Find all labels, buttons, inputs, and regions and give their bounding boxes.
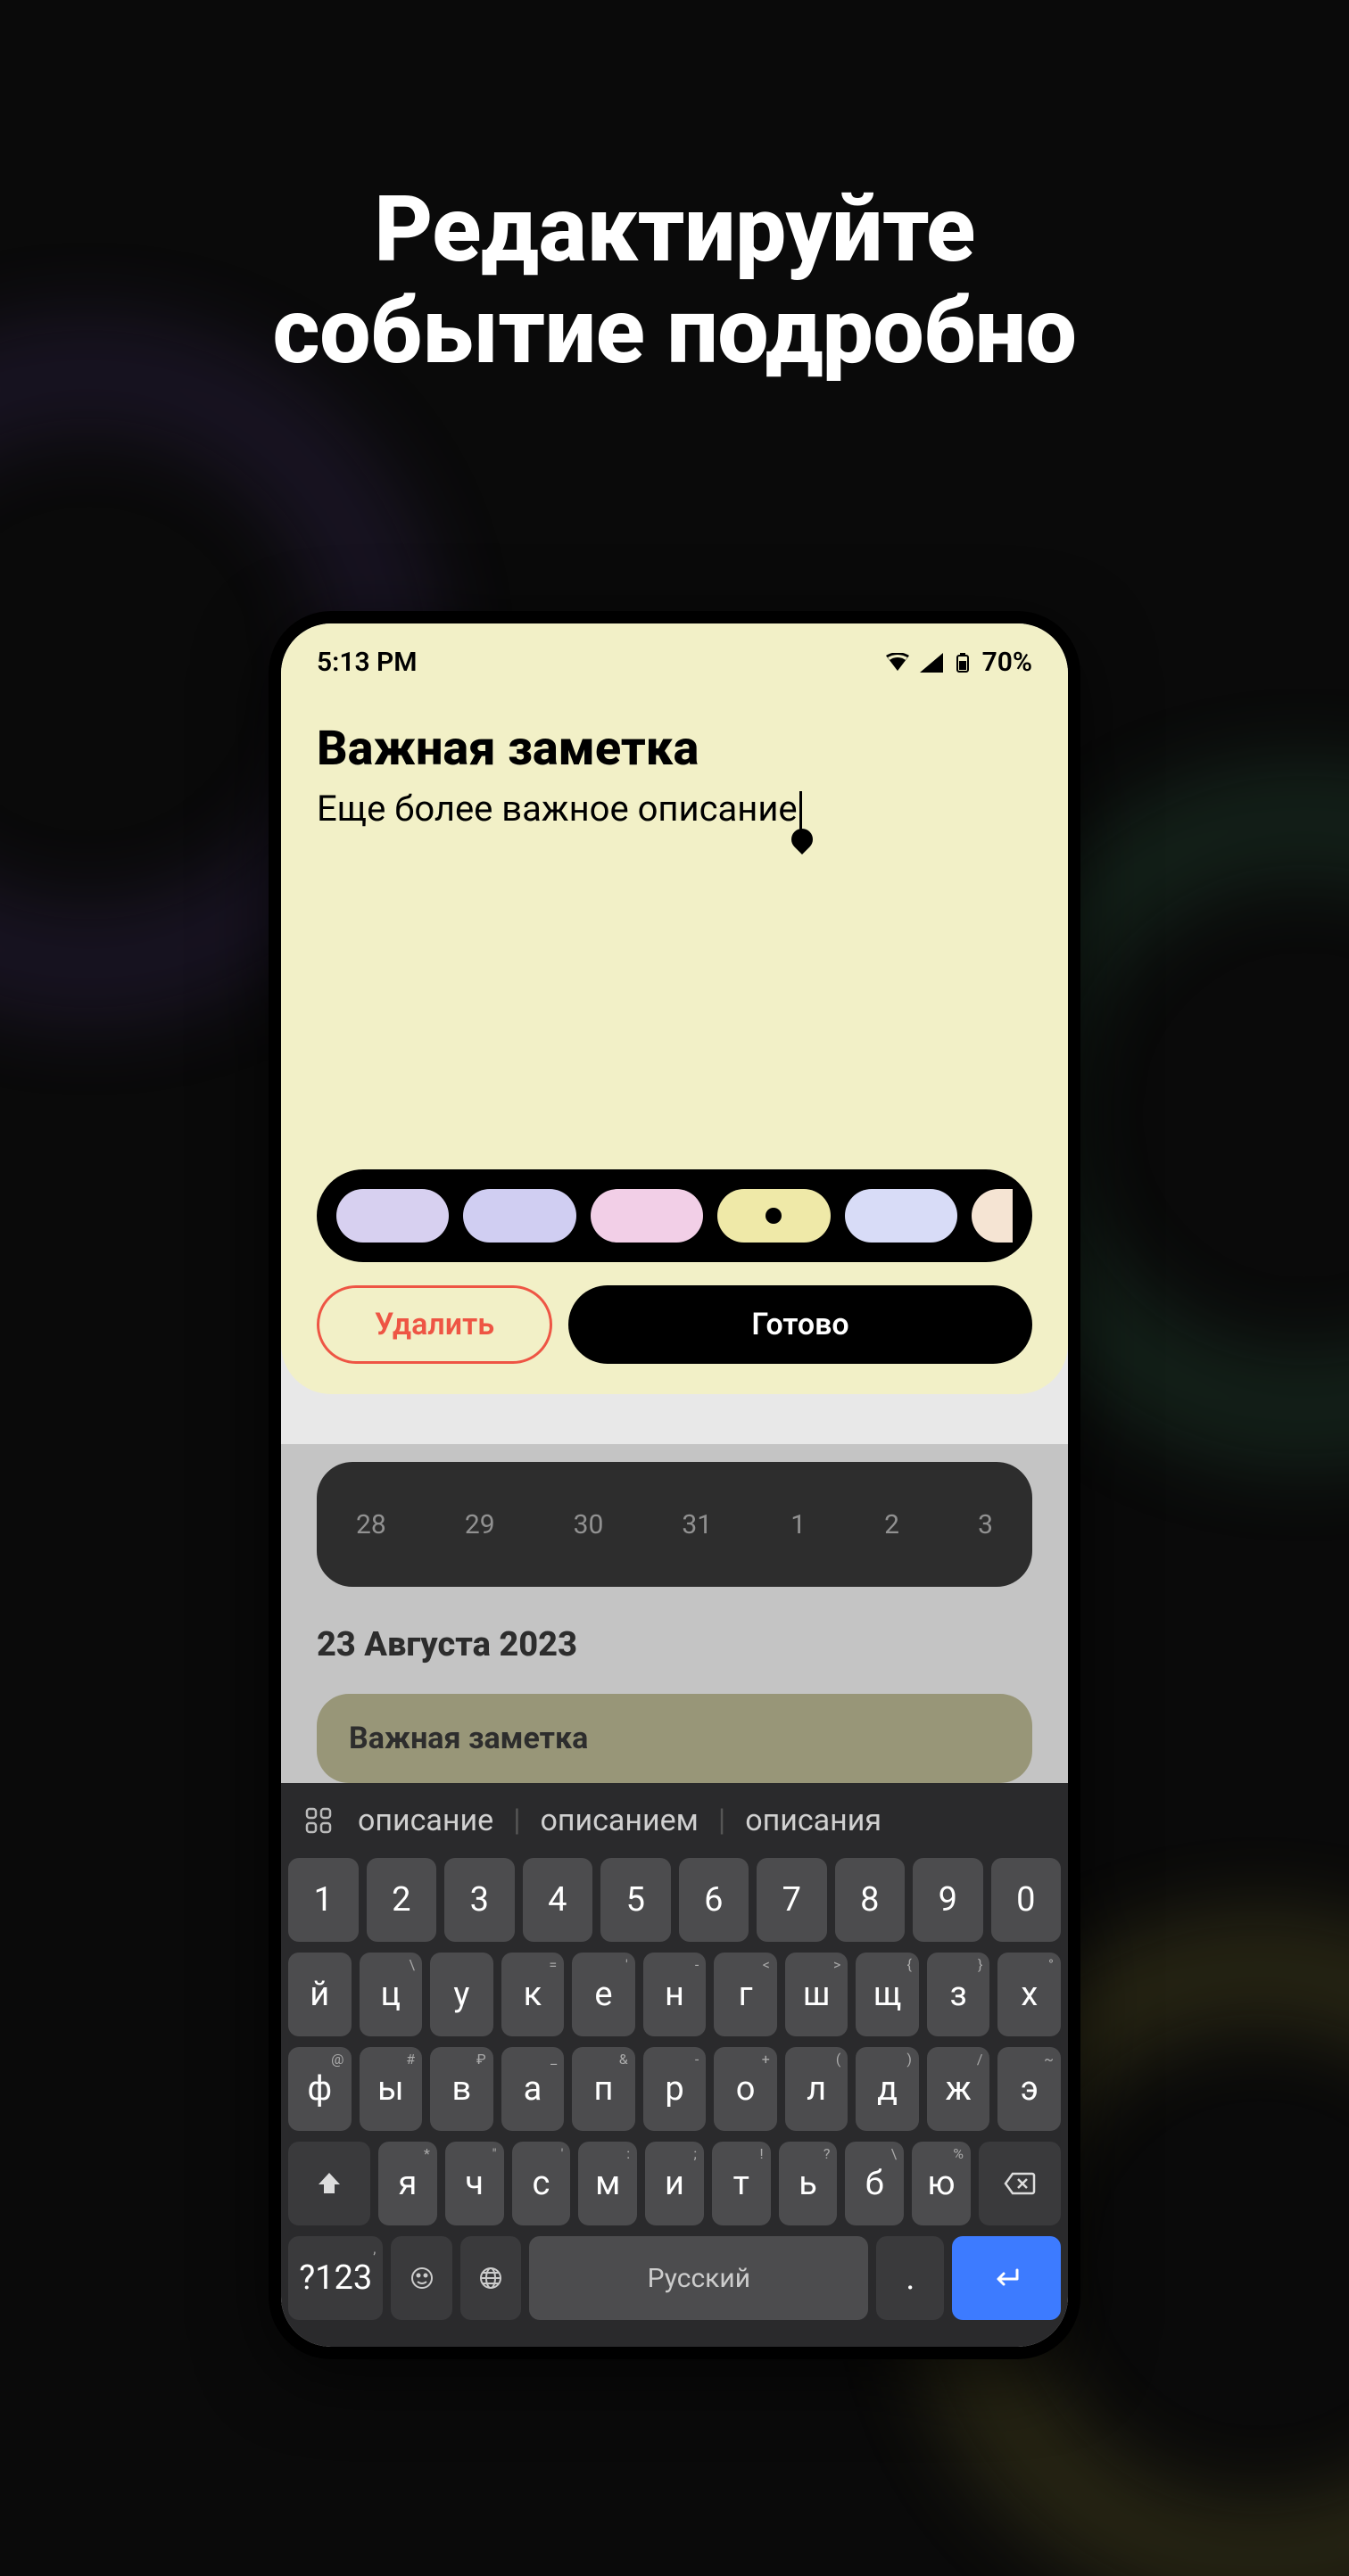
key-а[interactable]: а_ — [501, 2047, 565, 2131]
key-8[interactable]: 8 — [835, 1858, 906, 1942]
status-icons: 70% — [884, 647, 1032, 678]
phone-screen: 28293031123 23 Августа 2023 Важная замет… — [281, 623, 1068, 2347]
key-0[interactable]: 0 — [991, 1858, 1062, 1942]
enter-key[interactable] — [952, 2236, 1061, 2320]
emoji-key[interactable] — [391, 2236, 451, 2320]
key-ю[interactable]: ю% — [912, 2142, 971, 2225]
key-ы[interactable]: ы# — [360, 2047, 423, 2131]
key-г[interactable]: г< — [714, 1953, 777, 2036]
key-н[interactable]: н- — [643, 1953, 707, 2036]
key-3[interactable]: 3 — [444, 1858, 515, 1942]
key-з[interactable]: з} — [927, 1953, 990, 2036]
wifi-icon — [884, 653, 911, 673]
key-9[interactable]: 9 — [913, 1858, 983, 1942]
suggestion-3[interactable]: описания — [745, 1803, 881, 1838]
key-у[interactable]: у — [430, 1953, 493, 2036]
shift-key[interactable] — [288, 2142, 370, 2225]
delete-button[interactable]: Удалить — [317, 1285, 552, 1364]
key-7[interactable]: 7 — [757, 1858, 827, 1942]
phone-frame: 28293031123 23 Августа 2023 Важная замет… — [269, 611, 1080, 2359]
headline-line2: событие подробно — [272, 277, 1076, 384]
key-к[interactable]: к= — [501, 1953, 565, 2036]
key-х[interactable]: х° — [997, 1953, 1061, 2036]
key-л[interactable]: л( — [785, 2047, 848, 2131]
key-р[interactable]: р- — [643, 2047, 707, 2131]
action-row: Удалить Готово — [317, 1285, 1032, 1364]
key-ж[interactable]: ж/ — [927, 2047, 990, 2131]
symbols-key[interactable]: ?123, — [288, 2236, 383, 2320]
color-swatch[interactable] — [463, 1189, 575, 1243]
key-т[interactable]: т! — [712, 2142, 771, 2225]
keyboard-suggestion-bar: описание | описанием | описания — [281, 1783, 1068, 1858]
key-5[interactable]: 5 — [600, 1858, 671, 1942]
space-key[interactable]: Русский — [529, 2236, 868, 2320]
color-swatch[interactable] — [845, 1189, 957, 1243]
battery-icon — [952, 652, 973, 673]
key-д[interactable]: д) — [856, 2047, 919, 2131]
key-ц[interactable]: ц\ — [360, 1953, 423, 2036]
color-picker — [317, 1169, 1032, 1262]
done-button[interactable]: Готово — [568, 1285, 1032, 1364]
key-2[interactable]: 2 — [367, 1858, 437, 1942]
key-м[interactable]: м: — [578, 2142, 637, 2225]
suggestion-1[interactable]: описание — [358, 1803, 493, 1838]
color-swatch[interactable] — [717, 1189, 830, 1243]
battery-percent: 70% — [982, 647, 1032, 678]
color-swatch[interactable] — [591, 1189, 703, 1243]
page-headline: Редактируйте событие подробно — [0, 178, 1349, 382]
color-swatch[interactable] — [336, 1189, 449, 1243]
keyboard-apps-icon[interactable] — [299, 1801, 338, 1840]
key-6[interactable]: 6 — [679, 1858, 749, 1942]
color-swatch[interactable] — [972, 1189, 1013, 1243]
key-п[interactable]: п& — [572, 2047, 635, 2131]
key-щ[interactable]: щ{ — [856, 1953, 919, 2036]
key-о[interactable]: о+ — [714, 2047, 777, 2131]
key-я[interactable]: я* — [378, 2142, 437, 2225]
suggestion-2[interactable]: описанием — [541, 1803, 699, 1838]
key-ч[interactable]: ч" — [445, 2142, 504, 2225]
backspace-key[interactable] — [979, 2142, 1061, 2225]
language-key[interactable] — [460, 2236, 521, 2320]
soft-keyboard: описание | описанием | описания 12345678… — [281, 1783, 1068, 2347]
status-bar: 5:13 PM 70% — [317, 647, 1032, 678]
text-cursor — [799, 791, 802, 830]
keyboard-rows: 1234567890 йц\ук=е'н-г<ш>щ{з}х° ф@ы#в₽а_… — [281, 1858, 1068, 2320]
key-4[interactable]: 4 — [523, 1858, 593, 1942]
key-й[interactable]: й — [288, 1953, 352, 2036]
key-ь[interactable]: ь? — [779, 2142, 838, 2225]
key-ф[interactable]: ф@ — [288, 2047, 352, 2131]
key-с[interactable]: с' — [512, 2142, 571, 2225]
key-э[interactable]: э~ — [997, 2047, 1061, 2131]
key-ш[interactable]: ш> — [785, 1953, 848, 2036]
key-1[interactable]: 1 — [288, 1858, 359, 1942]
note-description-input[interactable]: Еще более важное описание — [317, 788, 802, 830]
status-time: 5:13 PM — [317, 647, 418, 678]
key-б[interactable]: б\ — [845, 2142, 904, 2225]
key-е[interactable]: е' — [572, 1953, 635, 2036]
note-title-input[interactable]: Важная заметка — [317, 721, 1032, 777]
period-key[interactable]: . — [876, 2236, 944, 2320]
key-в[interactable]: в₽ — [430, 2047, 493, 2131]
key-и[interactable]: и; — [645, 2142, 704, 2225]
headline-line1: Редактируйте — [374, 176, 975, 283]
note-editor-sheet: 5:13 PM 70% Важная заметка Еще более важ… — [281, 623, 1068, 1394]
signal-icon — [920, 653, 943, 673]
